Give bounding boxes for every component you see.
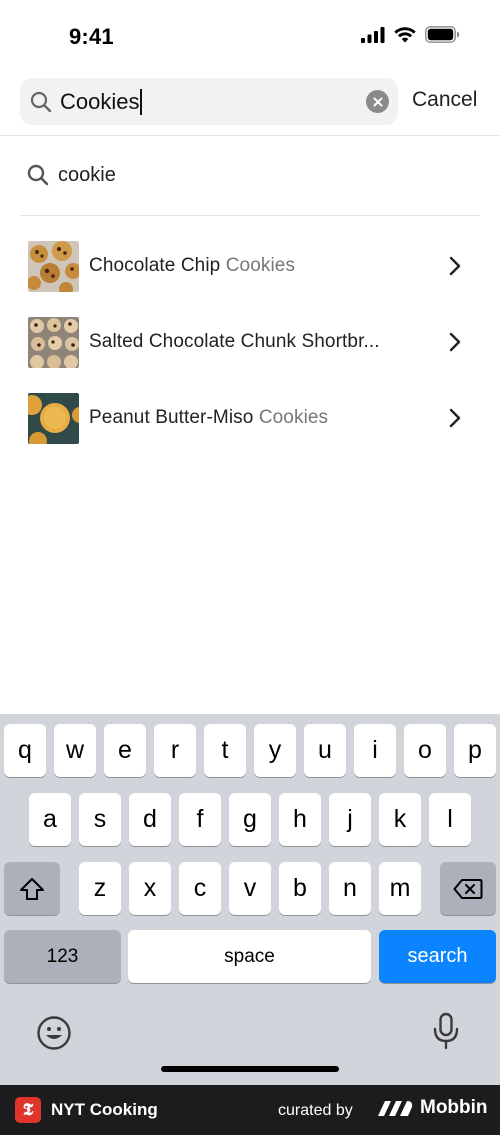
key-z[interactable]: z bbox=[79, 862, 121, 915]
battery-icon bbox=[425, 26, 460, 43]
nyt-cooking-logo: 𝕿 bbox=[15, 1097, 41, 1123]
footer-app-name: NYT Cooking bbox=[51, 1100, 158, 1119]
recipe-result-item[interactable]: Salted Chocolate Chunk Shortbr... bbox=[28, 316, 472, 368]
key-q[interactable]: q bbox=[4, 724, 46, 777]
recipe-result-item[interactable]: Chocolate Chip Cookies bbox=[28, 240, 472, 292]
key-v[interactable]: v bbox=[229, 862, 271, 915]
key-b[interactable]: b bbox=[279, 862, 321, 915]
divider bbox=[0, 135, 500, 136]
suggestion-text: cookie bbox=[58, 163, 116, 186]
recipe-title-main: Peanut Butter-Miso bbox=[89, 407, 259, 428]
key-c[interactable]: c bbox=[179, 862, 221, 915]
footer-curated-by: curated by bbox=[278, 1102, 353, 1119]
key-y[interactable]: y bbox=[254, 724, 296, 777]
recipe-title: Peanut Butter-Miso Cookies bbox=[89, 407, 328, 429]
search-suggestion[interactable]: cookie bbox=[26, 160, 116, 190]
chevron-right-icon bbox=[449, 256, 461, 276]
text-caret bbox=[140, 88, 143, 115]
home-indicator bbox=[161, 1066, 339, 1072]
key-w[interactable]: w bbox=[54, 724, 96, 777]
key-o[interactable]: o bbox=[404, 724, 446, 777]
recipe-title-match: Cookies bbox=[258, 407, 329, 428]
key-a[interactable]: a bbox=[29, 793, 71, 846]
status-time: 9:41 bbox=[69, 24, 114, 49]
key-u[interactable]: u bbox=[304, 724, 346, 777]
search-input[interactable]: Cookies bbox=[60, 87, 143, 117]
on-screen-keyboard: q w e r t y u i o p a s d f g h j k l z … bbox=[0, 714, 500, 1085]
recipe-title-main: Salted Chocolate Chunk Shortbr... bbox=[89, 331, 380, 352]
key-h[interactable]: h bbox=[279, 793, 321, 846]
chevron-right-icon bbox=[449, 332, 461, 352]
search-bar-row: Cookies Cancel bbox=[20, 78, 490, 126]
shift-key[interactable] bbox=[4, 862, 60, 915]
clear-circle-icon bbox=[373, 97, 382, 106]
status-bar: 9:41 bbox=[0, 0, 500, 70]
key-f[interactable]: f bbox=[179, 793, 221, 846]
shift-icon bbox=[20, 877, 44, 900]
recipe-thumbnail bbox=[28, 316, 79, 368]
recipe-results-list: Chocolate Chip Cookies Salted Chocolate … bbox=[28, 240, 472, 468]
mobbin-logo-icon bbox=[378, 1101, 413, 1116]
mobbin-brand: Mobbin bbox=[376, 1097, 488, 1119]
search-key[interactable]: search bbox=[379, 930, 496, 983]
recipe-thumbnail bbox=[28, 240, 79, 292]
key-j[interactable]: j bbox=[329, 793, 371, 846]
clear-search-button[interactable] bbox=[366, 90, 389, 113]
status-icons bbox=[361, 26, 460, 43]
search-icon bbox=[27, 164, 49, 186]
space-key[interactable]: space bbox=[128, 930, 371, 983]
key-x[interactable]: x bbox=[129, 862, 171, 915]
recipe-thumbnail bbox=[28, 392, 79, 444]
delete-key[interactable] bbox=[440, 862, 496, 915]
attribution-footer: 𝕿 NYT Cooking curated by Mobbin bbox=[0, 1085, 500, 1135]
key-e[interactable]: e bbox=[104, 724, 146, 777]
backspace-icon bbox=[453, 878, 483, 899]
wifi-icon bbox=[394, 26, 416, 42]
recipe-title: Salted Chocolate Chunk Shortbr... bbox=[89, 331, 380, 353]
recipe-title-main: Chocolate Chip bbox=[89, 255, 226, 276]
recipe-result-item[interactable]: Peanut Butter-Miso Cookies bbox=[28, 392, 472, 444]
mobbin-brand-name: Mobbin bbox=[420, 1097, 488, 1118]
key-t[interactable]: t bbox=[204, 724, 246, 777]
recipe-title-match: Cookies bbox=[225, 255, 296, 276]
chevron-right-icon bbox=[449, 408, 461, 428]
key-g[interactable]: g bbox=[229, 793, 271, 846]
recipe-title: Chocolate Chip Cookies bbox=[89, 255, 295, 277]
key-n[interactable]: n bbox=[329, 862, 371, 915]
key-i[interactable]: i bbox=[354, 724, 396, 777]
cancel-button[interactable]: Cancel bbox=[412, 88, 477, 112]
microphone-icon[interactable] bbox=[432, 1012, 460, 1052]
key-m[interactable]: m bbox=[379, 862, 421, 915]
search-field[interactable]: Cookies bbox=[20, 78, 398, 125]
cellular-signal-icon bbox=[361, 26, 385, 43]
emoji-icon[interactable] bbox=[36, 1015, 72, 1051]
search-input-value: Cookies bbox=[60, 89, 140, 114]
key-d[interactable]: d bbox=[129, 793, 171, 846]
numbers-key[interactable]: 123 bbox=[4, 930, 121, 983]
key-k[interactable]: k bbox=[379, 793, 421, 846]
key-p[interactable]: p bbox=[454, 724, 496, 777]
search-icon bbox=[30, 91, 52, 113]
key-l[interactable]: l bbox=[429, 793, 471, 846]
key-s[interactable]: s bbox=[79, 793, 121, 846]
key-r[interactable]: r bbox=[154, 724, 196, 777]
divider bbox=[20, 215, 480, 216]
